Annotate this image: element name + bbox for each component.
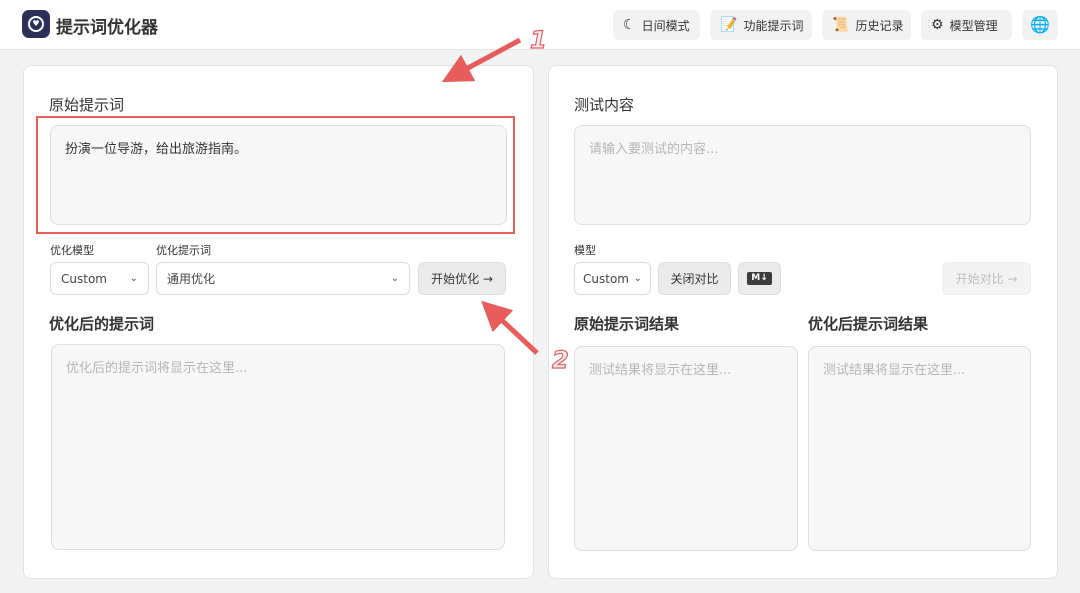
history-label: 历史记录 xyxy=(855,18,904,33)
test-content-title: 测试内容 xyxy=(574,96,635,114)
model-label: 优化模型 xyxy=(50,244,94,257)
theme-toggle-button[interactable]: ☾ 日间模式 xyxy=(613,10,700,40)
original-prompt-title: 原始提示词 xyxy=(49,96,125,114)
heart-icon: ♥ xyxy=(28,16,44,32)
function-prompts-button[interactable]: 📝 功能提示词 xyxy=(710,10,812,40)
test-content-input[interactable]: 请输入要测试的内容... xyxy=(574,125,1031,225)
app-logo: ♥ xyxy=(22,10,50,38)
language-button[interactable]: 🌐 xyxy=(1022,10,1058,40)
globe-icon: 🌐 xyxy=(1030,15,1050,34)
scroll-icon: 📜 xyxy=(832,17,850,33)
step-number-1: 1 xyxy=(529,25,547,54)
original-result-output[interactable]: 测试结果将显示在这里... xyxy=(574,346,798,551)
chevron-down-icon: ⌄ xyxy=(633,273,642,284)
template-label: 优化提示词 xyxy=(156,244,211,257)
optimized-prompt-title: 优化后的提示词 xyxy=(49,315,155,333)
optimized-prompt-output[interactable]: 优化后的提示词将显示在这里... xyxy=(51,344,505,550)
test-model-label: 模型 xyxy=(574,244,596,257)
note-icon: 📝 xyxy=(720,17,738,33)
markdown-icon: M↓ xyxy=(747,272,772,285)
model-management-button[interactable]: ⚙ 模型管理 xyxy=(921,10,1012,40)
step-number-2: 2 xyxy=(551,345,569,374)
start-optimize-button[interactable]: 开始优化 → xyxy=(418,262,506,295)
close-compare-button[interactable]: 关闭对比 xyxy=(658,262,731,295)
original-result-title: 原始提示词结果 xyxy=(574,315,680,333)
optimize-template-value: 通用优化 xyxy=(167,272,216,286)
theme-toggle-label: 日间模式 xyxy=(641,18,690,33)
app-title: 提示词优化器 xyxy=(56,18,158,38)
chevron-down-icon: ⌄ xyxy=(129,273,138,284)
optimize-model-value: Custom xyxy=(61,271,107,286)
start-compare-button[interactable]: 开始对比 → xyxy=(942,262,1031,295)
history-button[interactable]: 📜 历史记录 xyxy=(822,10,911,40)
model-management-label: 模型管理 xyxy=(949,18,998,33)
optimized-result-title: 优化后提示词结果 xyxy=(808,315,929,333)
optimize-template-select[interactable]: 通用优化 ⌄ xyxy=(156,262,410,295)
test-model-value: Custom xyxy=(583,271,629,286)
optimize-model-select[interactable]: Custom ⌄ xyxy=(50,262,149,295)
moon-icon: ☾ xyxy=(623,17,636,33)
optimized-result-output[interactable]: 测试结果将显示在这里... xyxy=(808,346,1031,551)
markdown-toggle-button[interactable]: M↓ xyxy=(738,262,781,295)
chevron-down-icon: ⌄ xyxy=(390,273,399,284)
function-prompts-label: 功能提示词 xyxy=(743,18,804,33)
test-model-select[interactable]: Custom ⌄ xyxy=(574,262,651,295)
original-prompt-input[interactable]: 扮演一位导游，给出旅游指南。 xyxy=(50,125,507,225)
gear-icon: ⚙ xyxy=(931,17,944,33)
